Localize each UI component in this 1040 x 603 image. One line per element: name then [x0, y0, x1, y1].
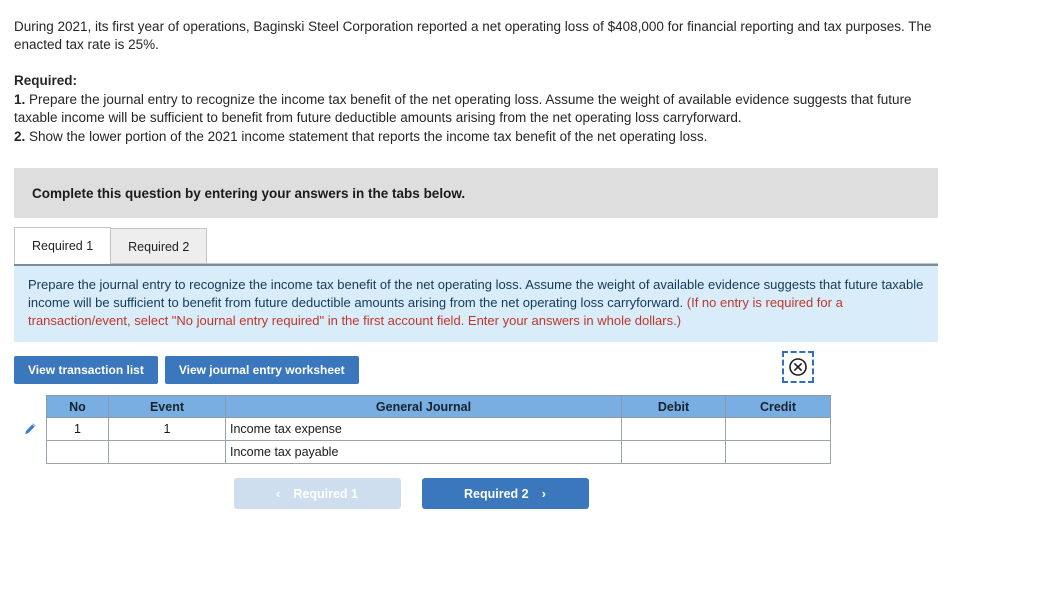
- pencil-icon[interactable]: [18, 422, 42, 436]
- cell-debit[interactable]: [621, 440, 726, 464]
- header-event: Event: [108, 395, 226, 418]
- header-debit: Debit: [621, 395, 726, 418]
- required-item-2-text: Show the lower portion of the 2021 incom…: [29, 129, 708, 144]
- cell-general-journal[interactable]: Income tax payable: [225, 440, 622, 464]
- required-block: Required: 1. Prepare the journal entry t…: [14, 72, 934, 146]
- instruction-banner-text: Complete this question by entering your …: [32, 185, 466, 201]
- required-heading: Required:: [14, 73, 78, 88]
- header-edit-spacer: [14, 396, 47, 418]
- chevron-right-icon: ›: [541, 486, 546, 501]
- required-item-1-number: 1.: [14, 92, 26, 107]
- cell-credit[interactable]: [725, 440, 831, 464]
- table-header-row: No Event General Journal Debit Credit: [14, 395, 831, 418]
- cell-no[interactable]: [46, 440, 109, 464]
- chevron-left-icon: ‹: [276, 486, 281, 501]
- required-item-2: 2. Show the lower portion of the 2021 in…: [14, 128, 934, 146]
- tab-navigation-row: ‹ Required 1 Required 2 ›: [14, 478, 938, 509]
- required-item-2-number: 2.: [14, 129, 26, 144]
- instruction-banner: Complete this question by entering your …: [14, 168, 938, 218]
- view-journal-entry-worksheet-button[interactable]: View journal entry worksheet: [164, 356, 359, 384]
- prev-required-1-button[interactable]: ‹ Required 1: [233, 478, 401, 509]
- tab-instruction-panel: Prepare the journal entry to recognize t…: [14, 264, 938, 342]
- tab-required-2[interactable]: Required 2: [110, 228, 208, 264]
- cell-credit[interactable]: [725, 417, 831, 441]
- circled-x-icon: [788, 357, 808, 377]
- cell-event[interactable]: [108, 440, 226, 464]
- table-row[interactable]: 1 1 Income tax expense: [14, 417, 831, 441]
- cell-event[interactable]: 1: [108, 417, 226, 441]
- journal-entry-table: No Event General Journal Debit Credit 1 …: [14, 395, 831, 464]
- tab-strip: Required 1 Required 2: [14, 226, 938, 264]
- action-button-row: View transaction list View journal entry…: [14, 351, 938, 385]
- row-edit-cell: [14, 440, 47, 464]
- required-item-1: 1. Prepare the journal entry to recogniz…: [14, 91, 934, 127]
- cell-debit[interactable]: [621, 417, 726, 441]
- table-row[interactable]: Income tax payable: [14, 440, 831, 464]
- tab-required-1[interactable]: Required 1: [14, 227, 112, 264]
- journal-entry-table-wrap: No Event General Journal Debit Credit 1 …: [14, 395, 938, 464]
- header-general-journal: General Journal: [225, 395, 622, 418]
- close-widget[interactable]: [782, 351, 814, 383]
- question-page: During 2021, its first year of operation…: [0, 0, 1040, 509]
- problem-statement: During 2021, its first year of operation…: [14, 19, 932, 52]
- view-transaction-list-button[interactable]: View transaction list: [14, 356, 158, 384]
- header-no: No: [46, 395, 109, 418]
- cell-no[interactable]: 1: [46, 417, 109, 441]
- header-credit: Credit: [725, 395, 831, 418]
- prev-button-label: Required 1: [293, 486, 358, 501]
- row-edit-cell[interactable]: [14, 417, 47, 441]
- next-required-2-button[interactable]: Required 2 ›: [421, 478, 589, 509]
- cell-general-journal[interactable]: Income tax expense: [225, 417, 622, 441]
- required-item-1-text: Prepare the journal entry to recognize t…: [14, 92, 912, 125]
- next-button-label: Required 2: [464, 486, 529, 501]
